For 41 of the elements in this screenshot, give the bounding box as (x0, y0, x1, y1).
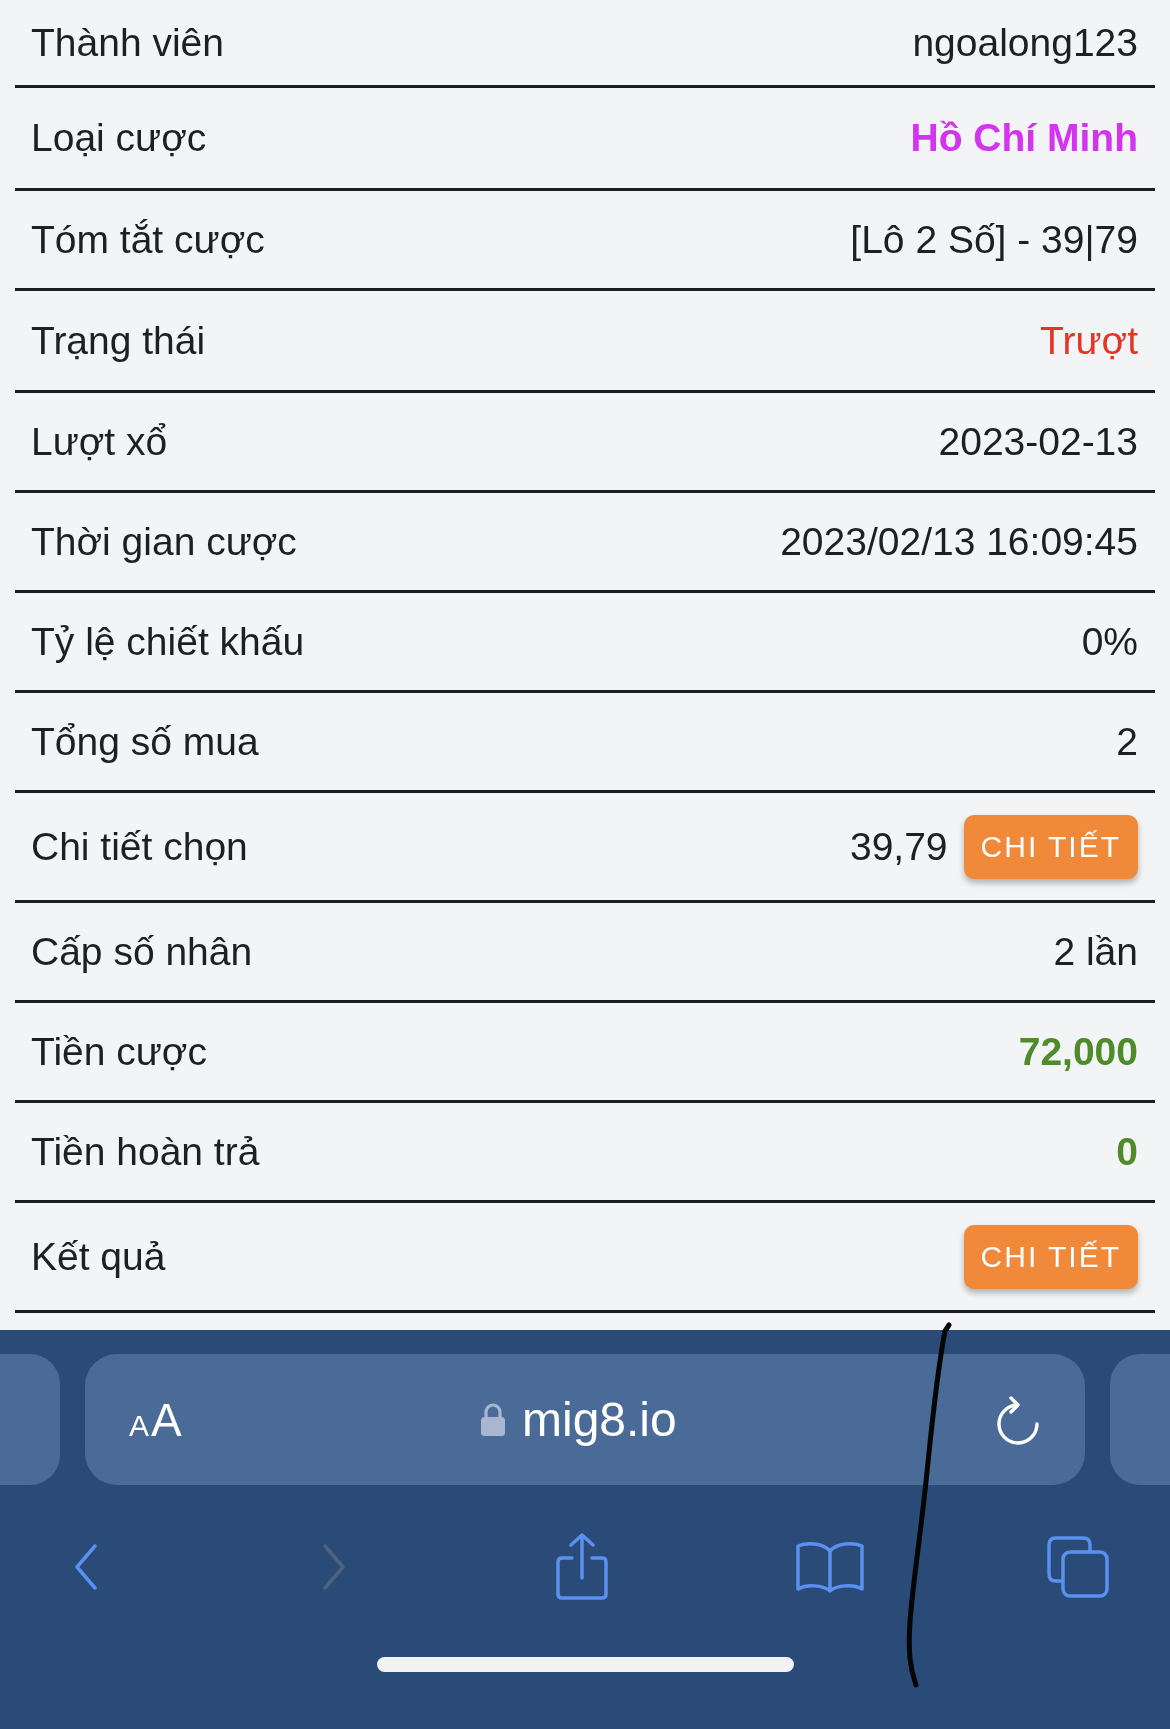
row-value: Hồ Chí Minh (910, 116, 1138, 160)
row-label: Tỷ lệ chiết khấu (31, 619, 305, 664)
row-label: Tiền cược (31, 1029, 207, 1074)
tabs-icon (1046, 1535, 1110, 1599)
row-label: Tiền hoàn trả (31, 1129, 260, 1174)
text-size-button[interactable]: AA (129, 1392, 182, 1447)
adjacent-tab-bar[interactable] (0, 1354, 60, 1485)
book-icon (795, 1539, 865, 1595)
row-label: Tóm tắt cược (31, 217, 265, 262)
back-button[interactable] (74, 1544, 98, 1590)
row-value: 2023/02/13 16:09:45 (780, 519, 1138, 564)
row-label: Trạng thái (31, 318, 206, 363)
row-label: Thành viên (31, 20, 224, 65)
row-label: Thời gian cược (31, 519, 297, 564)
url-text[interactable]: mig8.io (522, 1392, 677, 1447)
tabs-button[interactable] (1046, 1535, 1110, 1599)
row-label: Tổng số mua (31, 719, 259, 764)
row-value: 2023-02-13 (938, 419, 1138, 464)
share-button[interactable] (554, 1532, 610, 1602)
row-value: 72,000 (1018, 1029, 1138, 1074)
row-label: Loại cược (31, 116, 207, 160)
forward-icon (322, 1544, 346, 1590)
row-label: Kết quả (31, 1234, 166, 1279)
row-value: 2 (1116, 719, 1138, 764)
address-bar[interactable]: AA mig8.io (85, 1354, 1085, 1485)
back-icon (74, 1544, 98, 1590)
row-value: 2 lần (1053, 929, 1138, 974)
row-value: 39,79 (849, 824, 948, 869)
share-icon (554, 1532, 610, 1602)
row-value: [Lô 2 Số] - 39|79 (850, 217, 1138, 262)
reload-icon (995, 1394, 1041, 1445)
bookmarks-button[interactable] (795, 1539, 865, 1595)
row-label: Cấp số nhân (31, 929, 253, 974)
row-value: 0% (1081, 619, 1138, 664)
reload-button[interactable] (995, 1394, 1041, 1445)
row-label: Lượt xổ (31, 419, 168, 464)
adjacent-tab-bar[interactable] (1110, 1354, 1170, 1485)
row-label: Chi tiết chọn (31, 824, 248, 869)
row-value: Trượt (1040, 318, 1138, 363)
row-value: ngoalong123 (912, 20, 1138, 65)
row-value: 0 (1116, 1129, 1138, 1174)
